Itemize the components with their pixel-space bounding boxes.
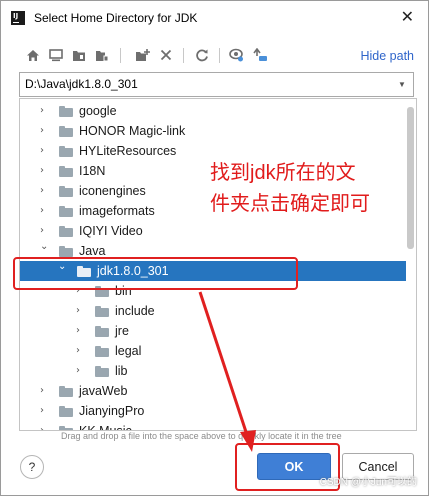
annotation-line-1: 找到jdk所在的文 bbox=[210, 162, 356, 184]
watermark: CSDN @小Jun可以的 bbox=[319, 477, 417, 488]
annotation-arrow-icon bbox=[198, 291, 256, 452]
annotation-text: 找到jdk所在的文 件夹点击确定即可 bbox=[210, 158, 410, 220]
annotation-line-2: 件夹点击确定即可 bbox=[210, 193, 370, 215]
